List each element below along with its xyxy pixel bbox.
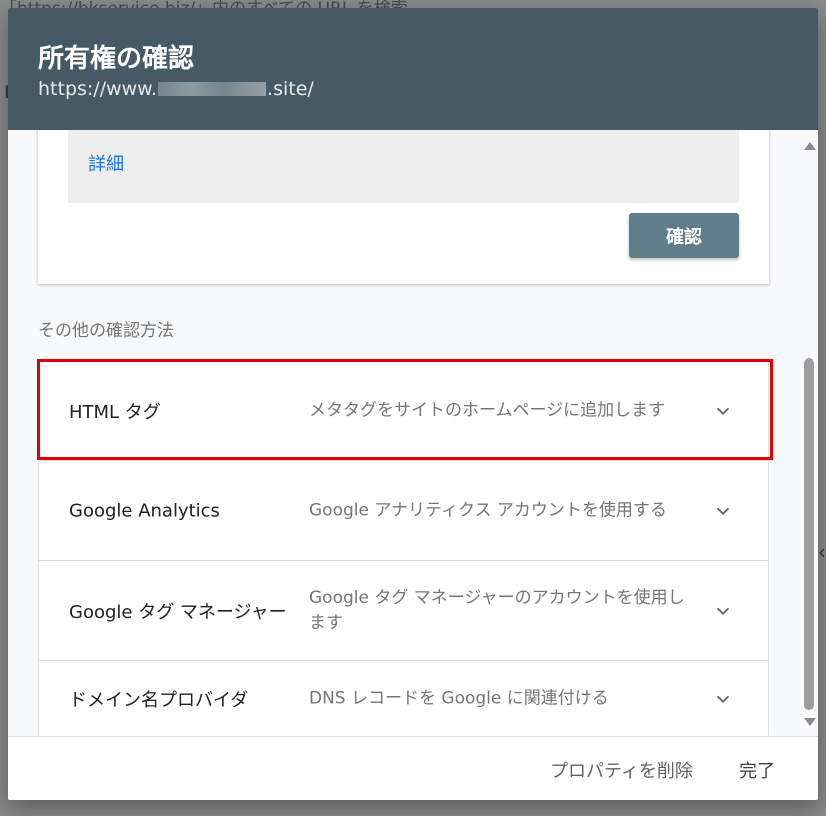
verification-method-card: 詳細 確認 [38,130,769,284]
method-name: Google タグ マネージャー [69,601,287,623]
method-name: ドメイン名プロバイダ [69,689,249,711]
method-google-analytics[interactable]: Google Analytics Google アナリティクス アカウントを使用… [38,461,769,561]
dialog-header: 所有権の確認 https://www. .site/ [8,8,818,130]
chevron-down-icon[interactable] [712,600,734,622]
property-url-suffix: .site/ [267,78,314,100]
method-name: Google Analytics [69,500,220,521]
scroll-thumb[interactable] [804,358,814,710]
chevron-down-icon[interactable] [712,688,734,710]
delete-property-button[interactable]: プロパティを削除 [550,757,693,783]
dialog-title: 所有権の確認 [38,44,195,74]
method-html-tag[interactable]: HTML タグ メタタグをサイトのホームページに追加します [38,361,769,461]
scrollbar[interactable] [801,130,818,736]
scroll-down-arrow-icon[interactable] [804,718,816,726]
details-link[interactable]: 詳細 [88,150,124,176]
method-description: Google アナリティクス アカウントを使用する [309,500,667,520]
details-panel: 詳細 [68,130,739,203]
method-domain-provider[interactable]: ドメイン名プロバイダ DNS レコードを Google に関連付ける [38,661,769,736]
chevron-down-icon[interactable] [712,400,734,422]
method-description: DNS レコードを Google に関連付ける [309,688,609,708]
other-methods-list: HTML タグ メタタグをサイトのホームページに追加します Google Ana… [38,361,769,736]
redacted-url-segment [158,82,267,96]
method-name: HTML タグ [69,401,161,423]
dialog-footer: プロパティを削除 完了 [8,736,818,800]
method-google-tag-manager[interactable]: Google タグ マネージャー Google タグ マネージャーのアカウントを… [38,561,769,661]
dialog-body[interactable]: 詳細 確認 その他の確認方法 HTML タグ メタタグをサイトのホームページに追… [8,130,818,736]
chevron-down-icon[interactable] [712,500,734,522]
property-url-prefix: https://www. [38,78,158,100]
method-description: メタタグをサイトのホームページに追加します [309,400,666,420]
property-url: https://www. .site/ [38,78,314,100]
method-description: Google タグ マネージャーのアカウントを使用します [309,587,685,633]
background-glyph-right: ‹ [818,540,826,564]
done-button[interactable]: 完了 [739,757,775,783]
other-methods-heading: その他の確認方法 [38,321,174,341]
scroll-up-arrow-icon[interactable] [804,142,816,150]
ownership-verification-dialog: 所有権の確認 https://www. .site/ 詳細 確認 その他の確認方… [8,8,818,800]
verify-button[interactable]: 確認 [629,213,739,258]
